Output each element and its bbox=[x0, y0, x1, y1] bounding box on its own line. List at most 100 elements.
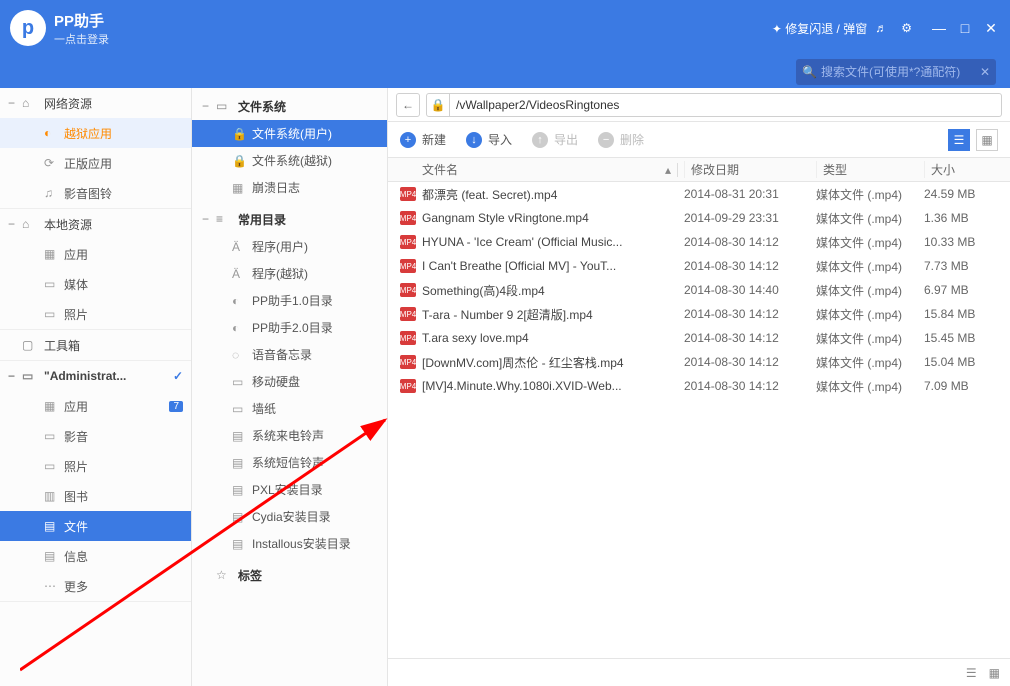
path-input[interactable] bbox=[450, 93, 1002, 117]
file-row[interactable]: MP4[MV]4.Minute.Why.1080i.XVID-Web...201… bbox=[388, 374, 1010, 398]
tree-item-sys-call[interactable]: ▤系统来电铃声 bbox=[192, 422, 387, 449]
file-row[interactable]: MP4[DownMV.com]周杰伦 - 红尘客栈.mp42014-08-30 … bbox=[388, 350, 1010, 374]
tree-item-fs-user[interactable]: 🔒文件系统(用户) bbox=[192, 120, 387, 147]
file-row[interactable]: MP4T.ara sexy love.mp42014-08-30 14:12媒体… bbox=[388, 326, 1010, 350]
device-item-dev-more[interactable]: ⋯更多 bbox=[0, 571, 191, 601]
col-date[interactable]: 修改日期 bbox=[684, 161, 816, 178]
file-row[interactable]: MP4I Can't Breathe [Official MV] - YouT.… bbox=[388, 254, 1010, 278]
minimize-button[interactable]: — bbox=[930, 19, 948, 37]
maximize-button[interactable]: □ bbox=[956, 19, 974, 37]
search-box[interactable]: 🔍 ✕ bbox=[796, 59, 996, 85]
sidebar-item-jailbreak-apps[interactable]: ◐越狱应用 bbox=[0, 118, 191, 148]
mp4-icon: MP4 bbox=[400, 187, 416, 201]
col-name[interactable]: 文件名▴ bbox=[388, 161, 684, 178]
fix-crash-link[interactable]: ✦ 修复闪退 / 弹窗 bbox=[772, 20, 867, 37]
device-item-dev-video[interactable]: ▭影音 bbox=[0, 421, 191, 451]
sidebar-item-media[interactable]: ▭媒体 bbox=[0, 269, 191, 299]
file-date: 2014-08-30 14:12 bbox=[684, 235, 816, 249]
file-row[interactable]: MP4 都漂亮 (feat. Secret).mp42014-08-31 20:3… bbox=[388, 182, 1010, 206]
tree-group-header[interactable]: −≡常用目录 bbox=[192, 205, 387, 233]
file-date: 2014-08-31 20:31 bbox=[684, 187, 816, 201]
file-type: 媒体文件 (.mp4) bbox=[816, 354, 924, 371]
device-item-dev-files[interactable]: ▤文件 bbox=[0, 511, 191, 541]
export-button[interactable]: ↑导出 bbox=[532, 131, 578, 148]
sidebar-group-header[interactable]: −⌂本地资源 bbox=[0, 209, 191, 239]
file-size: 6.97 MB bbox=[924, 283, 1010, 297]
sidebar-item-apps[interactable]: ▦应用 bbox=[0, 239, 191, 269]
login-link[interactable]: 一点击登录 bbox=[54, 31, 109, 47]
tree-item-pxl[interactable]: ▤PXL安装目录 bbox=[192, 476, 387, 503]
view-detail-icon[interactable]: ☰ bbox=[966, 666, 977, 680]
sidebar-item-genuine-apps[interactable]: ⟳正版应用 bbox=[0, 148, 191, 178]
device-header[interactable]: −▭"Administrat...✓ bbox=[0, 361, 191, 391]
file-row[interactable]: MP4Gangnam Style vRingtone.mp42014-09-29… bbox=[388, 206, 1010, 230]
file-name: Gangnam Style vRingtone.mp4 bbox=[422, 211, 684, 225]
device-item-dev-photos[interactable]: ▭照片 bbox=[0, 451, 191, 481]
sidebar-primary: −⌂网络资源◐越狱应用⟳正版应用♫影音图铃−⌂本地资源▦应用▭媒体▭照片▢工具箱… bbox=[0, 88, 192, 686]
tree-item-prog-user[interactable]: Ä程序(用户) bbox=[192, 233, 387, 260]
music-icon[interactable]: ♬ bbox=[875, 21, 887, 35]
tree-item-sys-sms[interactable]: ▤系统短信铃声 bbox=[192, 449, 387, 476]
toolbar: +新建 ↓导入 ↑导出 −删除 ☰ ▦ bbox=[388, 122, 1010, 158]
file-date: 2014-08-30 14:12 bbox=[684, 331, 816, 345]
file-rows: MP4 都漂亮 (feat. Secret).mp42014-08-31 20:3… bbox=[388, 182, 1010, 658]
file-type: 媒体文件 (.mp4) bbox=[816, 186, 924, 203]
file-name: [DownMV.com]周杰伦 - 红尘客栈.mp4 bbox=[422, 354, 684, 371]
tree-item-cydia[interactable]: ▤Cydia安装目录 bbox=[192, 503, 387, 530]
file-name: [MV]4.Minute.Why.1080i.XVID-Web... bbox=[422, 379, 684, 393]
device-item-dev-apps[interactable]: ▦应用7 bbox=[0, 391, 191, 421]
clear-search-icon[interactable]: ✕ bbox=[980, 65, 990, 79]
file-row[interactable]: MP4Something(高)4段.mp42014-08-30 14:40媒体文… bbox=[388, 278, 1010, 302]
file-type: 媒体文件 (.mp4) bbox=[816, 258, 924, 275]
tree-item-fs-jailbreak[interactable]: 🔒文件系统(越狱) bbox=[192, 147, 387, 174]
search-icon: 🔍 bbox=[802, 65, 817, 79]
tree-item-hdd[interactable]: ▭移动硬盘 bbox=[192, 368, 387, 395]
new-button[interactable]: +新建 bbox=[400, 131, 446, 148]
view-list-button[interactable]: ☰ bbox=[948, 129, 970, 151]
tree-group-header[interactable]: ☆标签 bbox=[192, 561, 387, 589]
tree-item-prog-jb[interactable]: Ä程序(越狱) bbox=[192, 260, 387, 287]
delete-button[interactable]: −删除 bbox=[598, 131, 644, 148]
mp4-icon: MP4 bbox=[400, 259, 416, 273]
content-pane: ← 🔒 +新建 ↓导入 ↑导出 −删除 ☰ ▦ 文件名▴ 修改日期 类型 大小 … bbox=[388, 88, 1010, 686]
sort-asc-icon: ▴ bbox=[665, 163, 678, 177]
import-button[interactable]: ↓导入 bbox=[466, 131, 512, 148]
col-size[interactable]: 大小 bbox=[924, 161, 1010, 178]
file-size: 7.73 MB bbox=[924, 259, 1010, 273]
statusbar: ☰ ▦ bbox=[388, 658, 1010, 686]
file-name: T.ara sexy love.mp4 bbox=[422, 331, 684, 345]
mp4-icon: MP4 bbox=[400, 355, 416, 369]
table-header: 文件名▴ 修改日期 类型 大小 bbox=[388, 158, 1010, 182]
close-button[interactable]: ✕ bbox=[982, 19, 1000, 37]
sidebar-secondary: −▭文件系统🔒文件系统(用户)🔒文件系统(越狱)▦崩溃日志 −≡常用目录Ä程序(用… bbox=[192, 88, 388, 686]
search-input[interactable] bbox=[821, 65, 980, 79]
sidebar-group-header[interactable]: −⌂网络资源 bbox=[0, 88, 191, 118]
tree-group-header[interactable]: −▭文件系统 bbox=[192, 92, 387, 120]
back-button[interactable]: ← bbox=[396, 93, 420, 117]
file-row[interactable]: MP4 HYUNA - 'Ice Cream' (Official Music..… bbox=[388, 230, 1010, 254]
view-grid-button[interactable]: ▦ bbox=[976, 129, 998, 151]
sidebar-item-photos[interactable]: ▭照片 bbox=[0, 299, 191, 329]
tree-item-pp1[interactable]: ◐PP助手1.0目录 bbox=[192, 287, 387, 314]
view-thumb-icon[interactable]: ▦ bbox=[989, 666, 1000, 680]
app-title: PP助手 bbox=[54, 10, 109, 31]
file-size: 1.36 MB bbox=[924, 211, 1010, 225]
file-name: 都漂亮 (feat. Secret).mp4 bbox=[422, 186, 684, 203]
file-name: HYUNA - 'Ice Cream' (Official Music... bbox=[422, 235, 684, 249]
mp4-icon: MP4 bbox=[400, 235, 416, 249]
tree-item-voice[interactable]: ◌语音备忘录 bbox=[192, 341, 387, 368]
toolbox-button[interactable]: ▢工具箱 bbox=[0, 330, 191, 360]
file-row[interactable]: MP4T-ara - Number 9 2[超清版].mp42014-08-30… bbox=[388, 302, 1010, 326]
tree-item-pp2[interactable]: ◐PP助手2.0目录 bbox=[192, 314, 387, 341]
tree-item-wallpaper[interactable]: ▭墙纸 bbox=[192, 395, 387, 422]
app-logo-icon: p bbox=[10, 10, 46, 46]
settings-icon[interactable]: ⚙ bbox=[901, 21, 912, 35]
check-icon: ✓ bbox=[173, 369, 183, 383]
col-type[interactable]: 类型 bbox=[816, 161, 924, 178]
device-item-dev-info[interactable]: ▤信息 bbox=[0, 541, 191, 571]
sidebar-item-ringtones[interactable]: ♫影音图铃 bbox=[0, 178, 191, 208]
tree-item-installous[interactable]: ▤Installous安装目录 bbox=[192, 530, 387, 557]
tree-item-crash-log[interactable]: ▦崩溃日志 bbox=[192, 174, 387, 201]
file-date: 2014-08-30 14:12 bbox=[684, 259, 816, 273]
device-item-dev-books[interactable]: ▥图书 bbox=[0, 481, 191, 511]
